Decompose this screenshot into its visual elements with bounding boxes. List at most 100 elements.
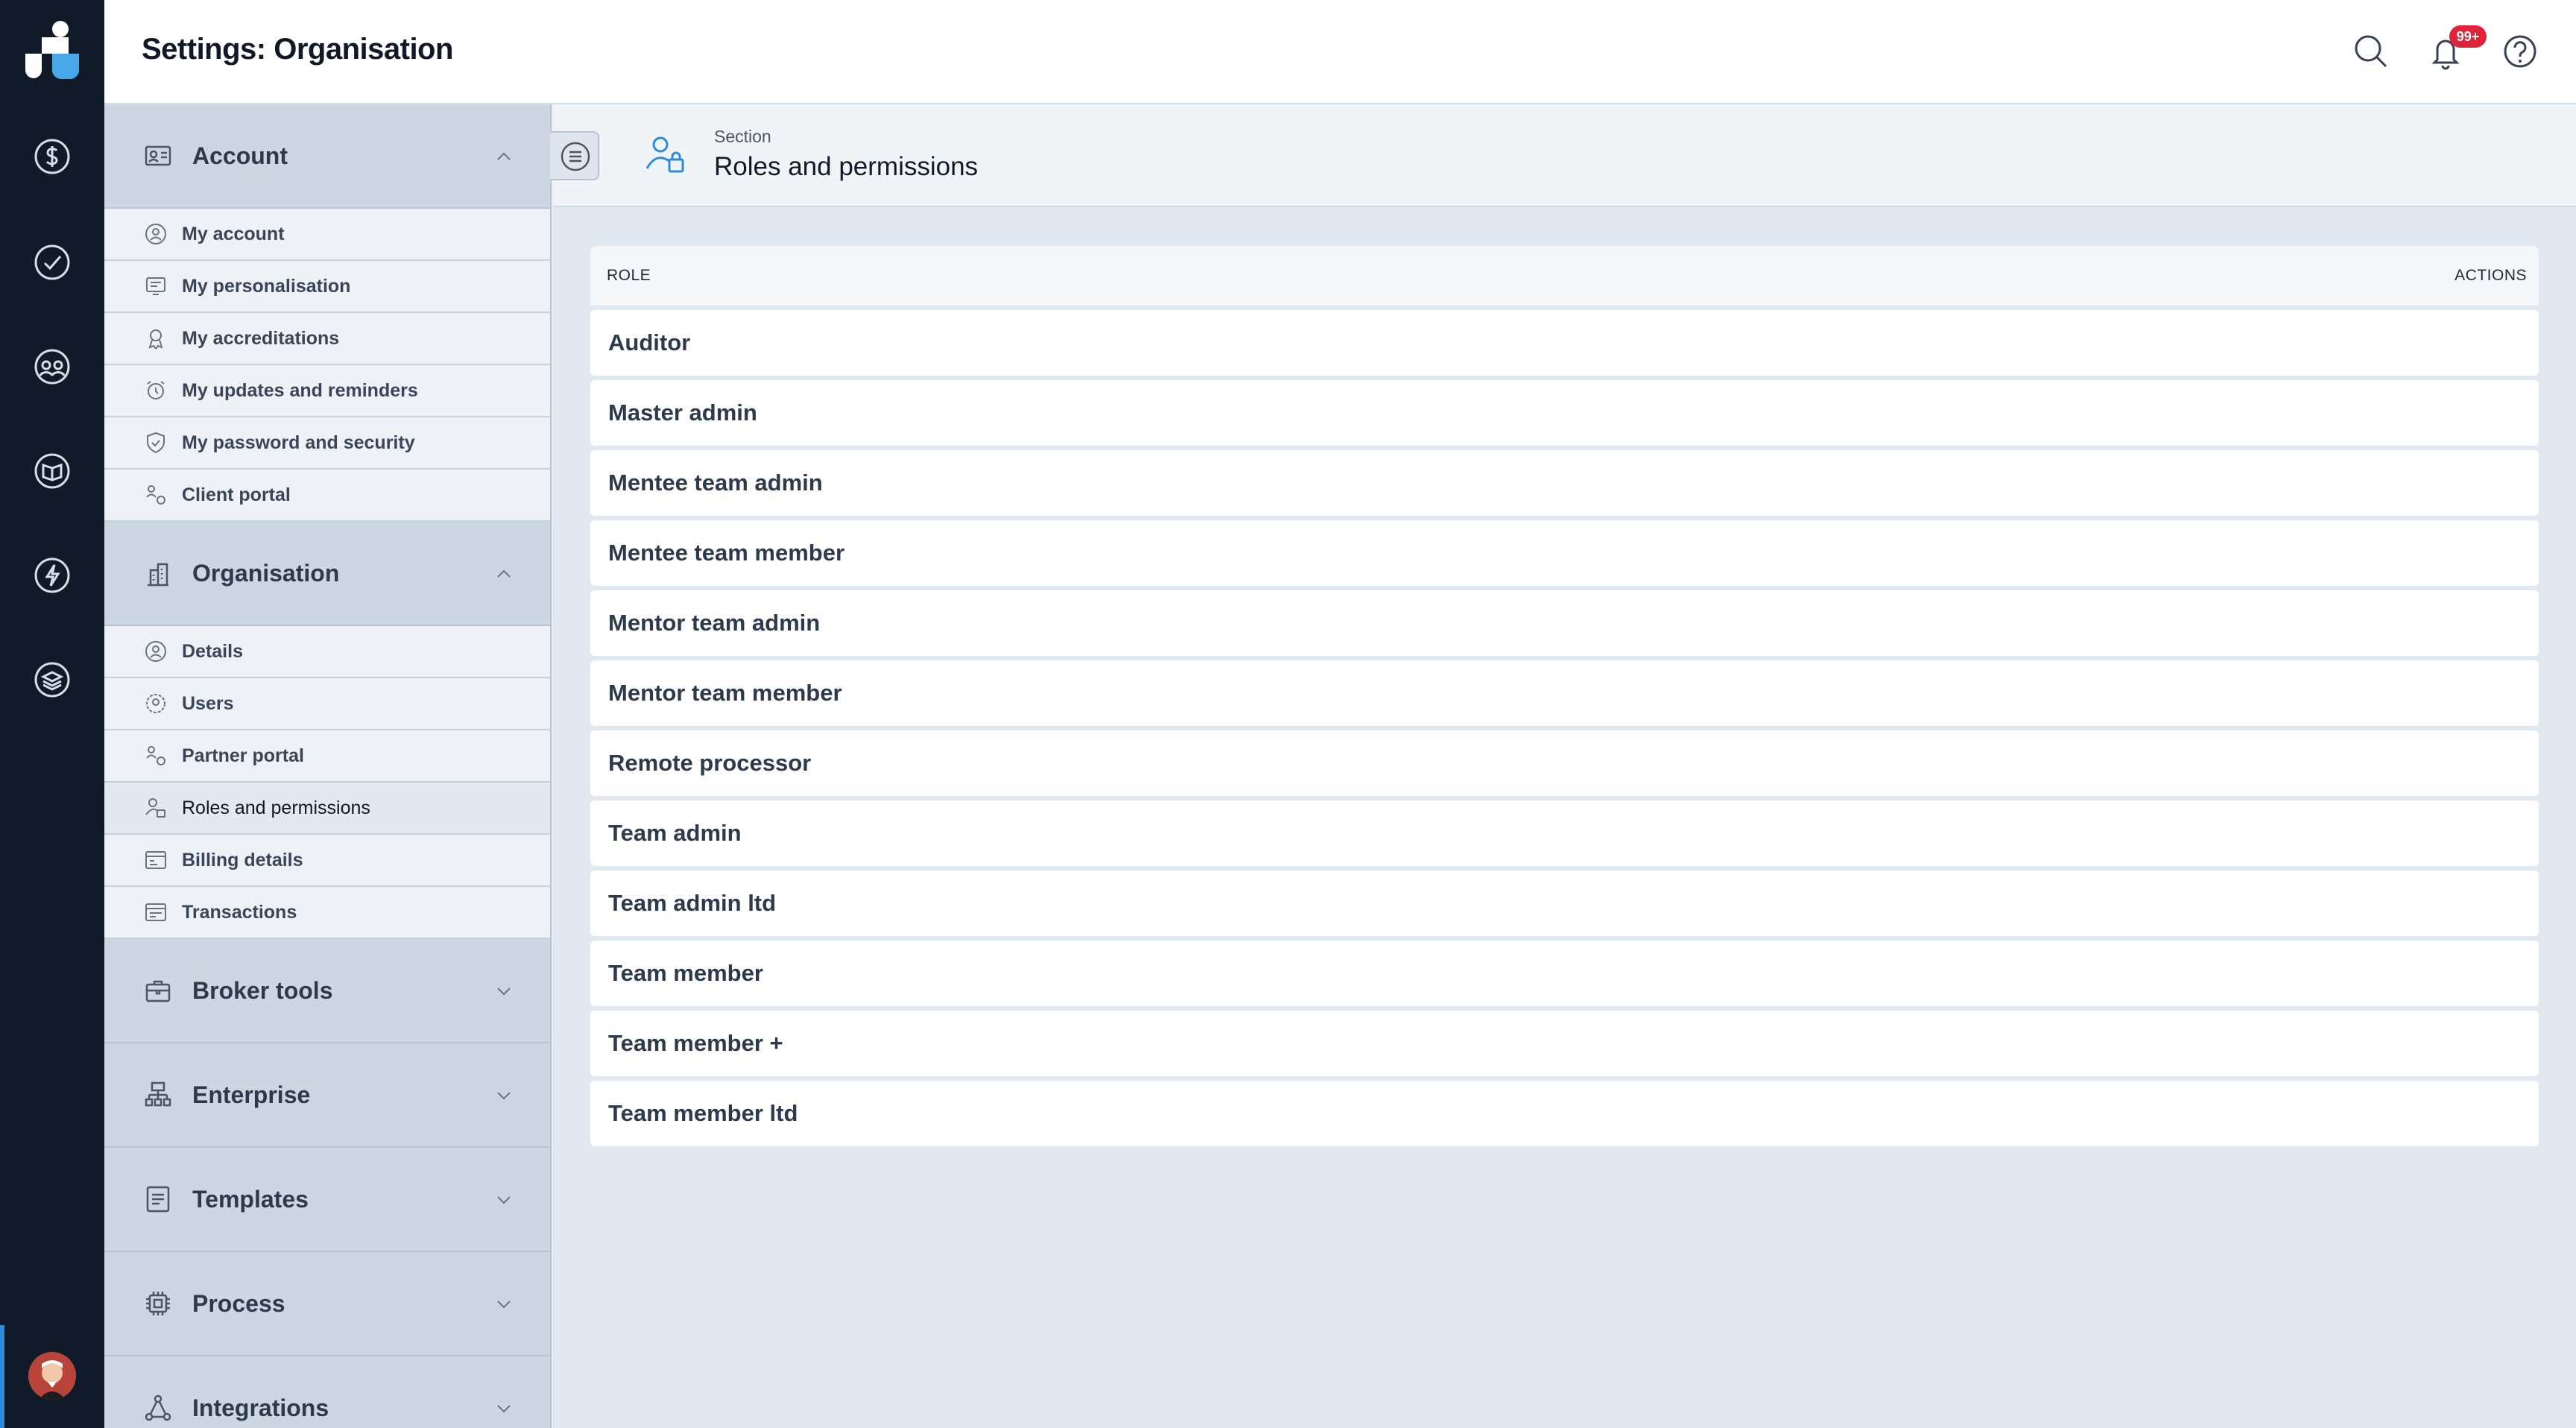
role-name: Mentee team admin: [608, 470, 823, 496]
sidebar-item-label: Partner portal: [182, 745, 304, 766]
table-row[interactable]: Remote processor: [590, 730, 2539, 796]
id-card-icon: [143, 141, 173, 171]
search-icon[interactable]: [2349, 30, 2393, 73]
dollar-icon[interactable]: [31, 136, 73, 177]
table-row[interactable]: Team member: [590, 941, 2539, 1006]
sidebar-item-label: Client portal: [182, 484, 291, 505]
group-label: Broker tools: [192, 976, 333, 1004]
table-row[interactable]: Auditor: [590, 310, 2539, 376]
table-row[interactable]: Team member ltd: [590, 1081, 2539, 1146]
help-icon[interactable]: [2498, 30, 2542, 73]
sidebar-item-my-account[interactable]: My account: [104, 209, 550, 261]
chip-icon: [143, 1289, 173, 1318]
role-name: Team member +: [608, 1030, 783, 1056]
sidebar-item-label: Details: [182, 640, 243, 662]
role-name: Mentor team member: [608, 680, 842, 706]
sidebar-item-my-password-and-security[interactable]: My password and security: [104, 417, 550, 470]
transactions-icon: [143, 900, 168, 925]
table-row[interactable]: Team admin ltd: [590, 871, 2539, 936]
book-icon[interactable]: [31, 450, 73, 492]
sidebar-item-label: Users: [182, 692, 234, 714]
role-name: Team member: [608, 960, 763, 986]
users-icon: [143, 691, 168, 716]
table-row[interactable]: Master admin: [590, 380, 2539, 446]
document-icon: [143, 1184, 173, 1214]
group-templates[interactable]: Templates: [104, 1148, 550, 1252]
group-integrations[interactable]: Integrations: [104, 1356, 550, 1428]
role-name: Auditor: [608, 329, 691, 356]
settings-sidebar: Account My account My personalisation My…: [104, 104, 552, 1428]
sidebar-item-roles-and-permissions[interactable]: Roles and permissions: [104, 783, 550, 835]
chevron-down-icon: [493, 981, 514, 1002]
sidebar-item-my-accreditations[interactable]: My accreditations: [104, 313, 550, 365]
sidebar-item-transactions[interactable]: Transactions: [104, 887, 550, 939]
sidebar-item-label: My accreditations: [182, 327, 340, 349]
sidebar-item-label: My account: [182, 223, 285, 244]
main-content: Section Roles and permissions ROLE ACTIO…: [550, 104, 2576, 1428]
hierarchy-icon: [143, 1080, 173, 1110]
sidebar-item-label: My password and security: [182, 432, 415, 453]
team-icon[interactable]: [31, 346, 73, 388]
section-header: Section Roles and permissions: [550, 104, 2576, 207]
building-icon: [143, 558, 173, 588]
top-bar: Settings: Organisation: [104, 0, 2576, 104]
section-title: Roles and permissions: [714, 152, 979, 181]
table-row[interactable]: Team admin: [590, 800, 2539, 866]
sidebar-item-label: Roles and permissions: [182, 797, 370, 818]
avatar[interactable]: [28, 1352, 76, 1400]
table-row[interactable]: Team member +: [590, 1011, 2539, 1076]
group-enterprise[interactable]: Enterprise: [104, 1043, 550, 1148]
sidebar-item-billing-details[interactable]: Billing details: [104, 835, 550, 887]
bolt-icon[interactable]: [31, 555, 73, 596]
user-lock-icon: [143, 795, 168, 821]
sidebar-item-client-portal[interactable]: Client portal: [104, 470, 550, 522]
accreditation-icon: [143, 326, 168, 351]
group-label: Templates: [192, 1185, 309, 1213]
role-name: Team member ltd: [608, 1100, 798, 1126]
sidebar-item-users[interactable]: Users: [104, 678, 550, 730]
table-row[interactable]: Mentor team member: [590, 660, 2539, 726]
sidebar-item-details[interactable]: Details: [104, 626, 550, 678]
group-broker-tools[interactable]: Broker tools: [104, 939, 550, 1043]
sidebar-item-label: Transactions: [182, 901, 297, 923]
group-label: Integrations: [192, 1394, 329, 1421]
app-logo[interactable]: [19, 21, 85, 83]
group-process[interactable]: Process: [104, 1252, 550, 1356]
section-kicker: Section: [714, 127, 771, 146]
table-row[interactable]: Mentee team member: [590, 520, 2539, 586]
check-circle-icon[interactable]: [31, 241, 73, 283]
details-icon: [143, 639, 168, 664]
app-rail: [0, 0, 104, 1428]
page-title: Settings: Organisation: [142, 33, 453, 66]
personalisation-icon: [143, 274, 168, 299]
sidebar-item-label: Billing details: [182, 849, 303, 871]
sidebar-toggle-button[interactable]: [550, 131, 599, 180]
column-header-actions: ACTIONS: [2455, 267, 2527, 284]
menu-icon: [561, 142, 590, 171]
table-row[interactable]: Mentee team admin: [590, 450, 2539, 516]
portal-icon: [143, 482, 168, 508]
group-account[interactable]: Account: [104, 104, 550, 209]
role-name: Remote processor: [608, 750, 812, 776]
sidebar-item-label: My updates and reminders: [182, 379, 418, 401]
briefcase-icon: [143, 976, 173, 1005]
role-name: Master admin: [608, 399, 757, 426]
sidebar-item-my-personalisation[interactable]: My personalisation: [104, 261, 550, 313]
chevron-down-icon: [493, 1190, 514, 1210]
chevron-down-icon: [493, 1294, 514, 1315]
table-header: ROLE ACTIONS: [590, 246, 2539, 306]
chevron-down-icon: [493, 1398, 514, 1419]
table-row[interactable]: Mentor team admin: [590, 590, 2539, 656]
sidebar-item-my-updates-and-reminders[interactable]: My updates and reminders: [104, 365, 550, 417]
role-name: Team admin: [608, 820, 742, 846]
column-header-role: ROLE: [607, 267, 651, 284]
notifications-badge: 99+: [2449, 25, 2487, 48]
group-label: Process: [192, 1289, 285, 1317]
group-organisation[interactable]: Organisation: [104, 522, 550, 626]
sidebar-item-label: My personalisation: [182, 275, 351, 297]
sidebar-item-partner-portal[interactable]: Partner portal: [104, 730, 550, 783]
user-lock-icon: [643, 133, 689, 179]
group-label: Enterprise: [192, 1081, 311, 1108]
layers-icon[interactable]: [31, 659, 73, 701]
user-circle-icon: [143, 221, 168, 247]
